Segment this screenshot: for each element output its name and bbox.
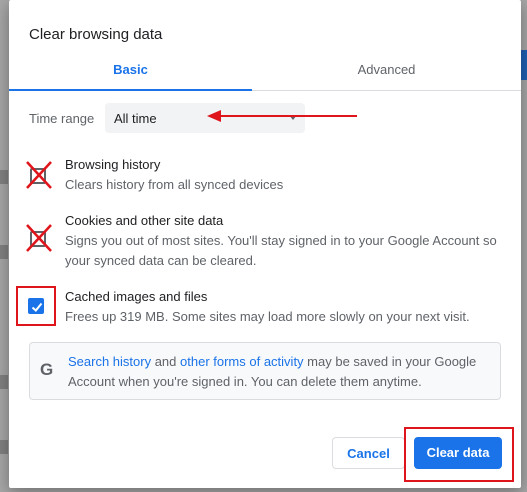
background-text-fragment <box>0 170 8 184</box>
info-text-connector: and <box>151 354 181 369</box>
checkmark-icon <box>31 302 43 312</box>
browsing-history-title: Browsing history <box>65 157 161 172</box>
tab-bar: Basic Advanced <box>9 56 521 91</box>
clear-browsing-data-dialog: Clear browsing data Basic Advanced Time … <box>9 0 521 488</box>
browsing-history-description: Clears history from all synced devices <box>65 177 284 192</box>
google-account-info-box: G Search history and other forms of acti… <box>29 342 501 400</box>
time-range-value: All time <box>114 111 157 126</box>
time-range-label: Time range <box>29 111 95 126</box>
background-text-fragment <box>0 440 8 454</box>
svg-text:G: G <box>40 360 53 379</box>
other-forms-of-activity-link[interactable]: other forms of activity <box>180 354 304 369</box>
cached-images-description: Frees up 319 MB. Some sites may load mor… <box>65 309 470 324</box>
tab-advanced[interactable]: Advanced <box>252 56 521 90</box>
tab-basic[interactable]: Basic <box>9 56 252 91</box>
cached-images-checkbox[interactable] <box>28 298 44 314</box>
dialog-title: Clear browsing data <box>29 26 163 43</box>
background-text-fragment <box>0 245 8 259</box>
google-g-icon: G <box>40 360 53 379</box>
background-text-fragment <box>0 375 8 389</box>
cached-images-title: Cached images and files <box>65 289 208 304</box>
info-text: Search history and other forms of activi… <box>68 352 488 392</box>
annotation-cross-icon <box>26 161 52 189</box>
cookies-description: Signs you out of most sites. You'll stay… <box>65 233 497 268</box>
cookies-title: Cookies and other site data <box>65 213 224 228</box>
clear-data-button[interactable]: Clear data <box>414 437 502 469</box>
annotation-cross-icon <box>26 224 52 252</box>
search-history-link[interactable]: Search history <box>68 354 151 369</box>
cancel-button[interactable]: Cancel <box>332 437 405 469</box>
annotation-arrow-icon <box>207 110 357 122</box>
